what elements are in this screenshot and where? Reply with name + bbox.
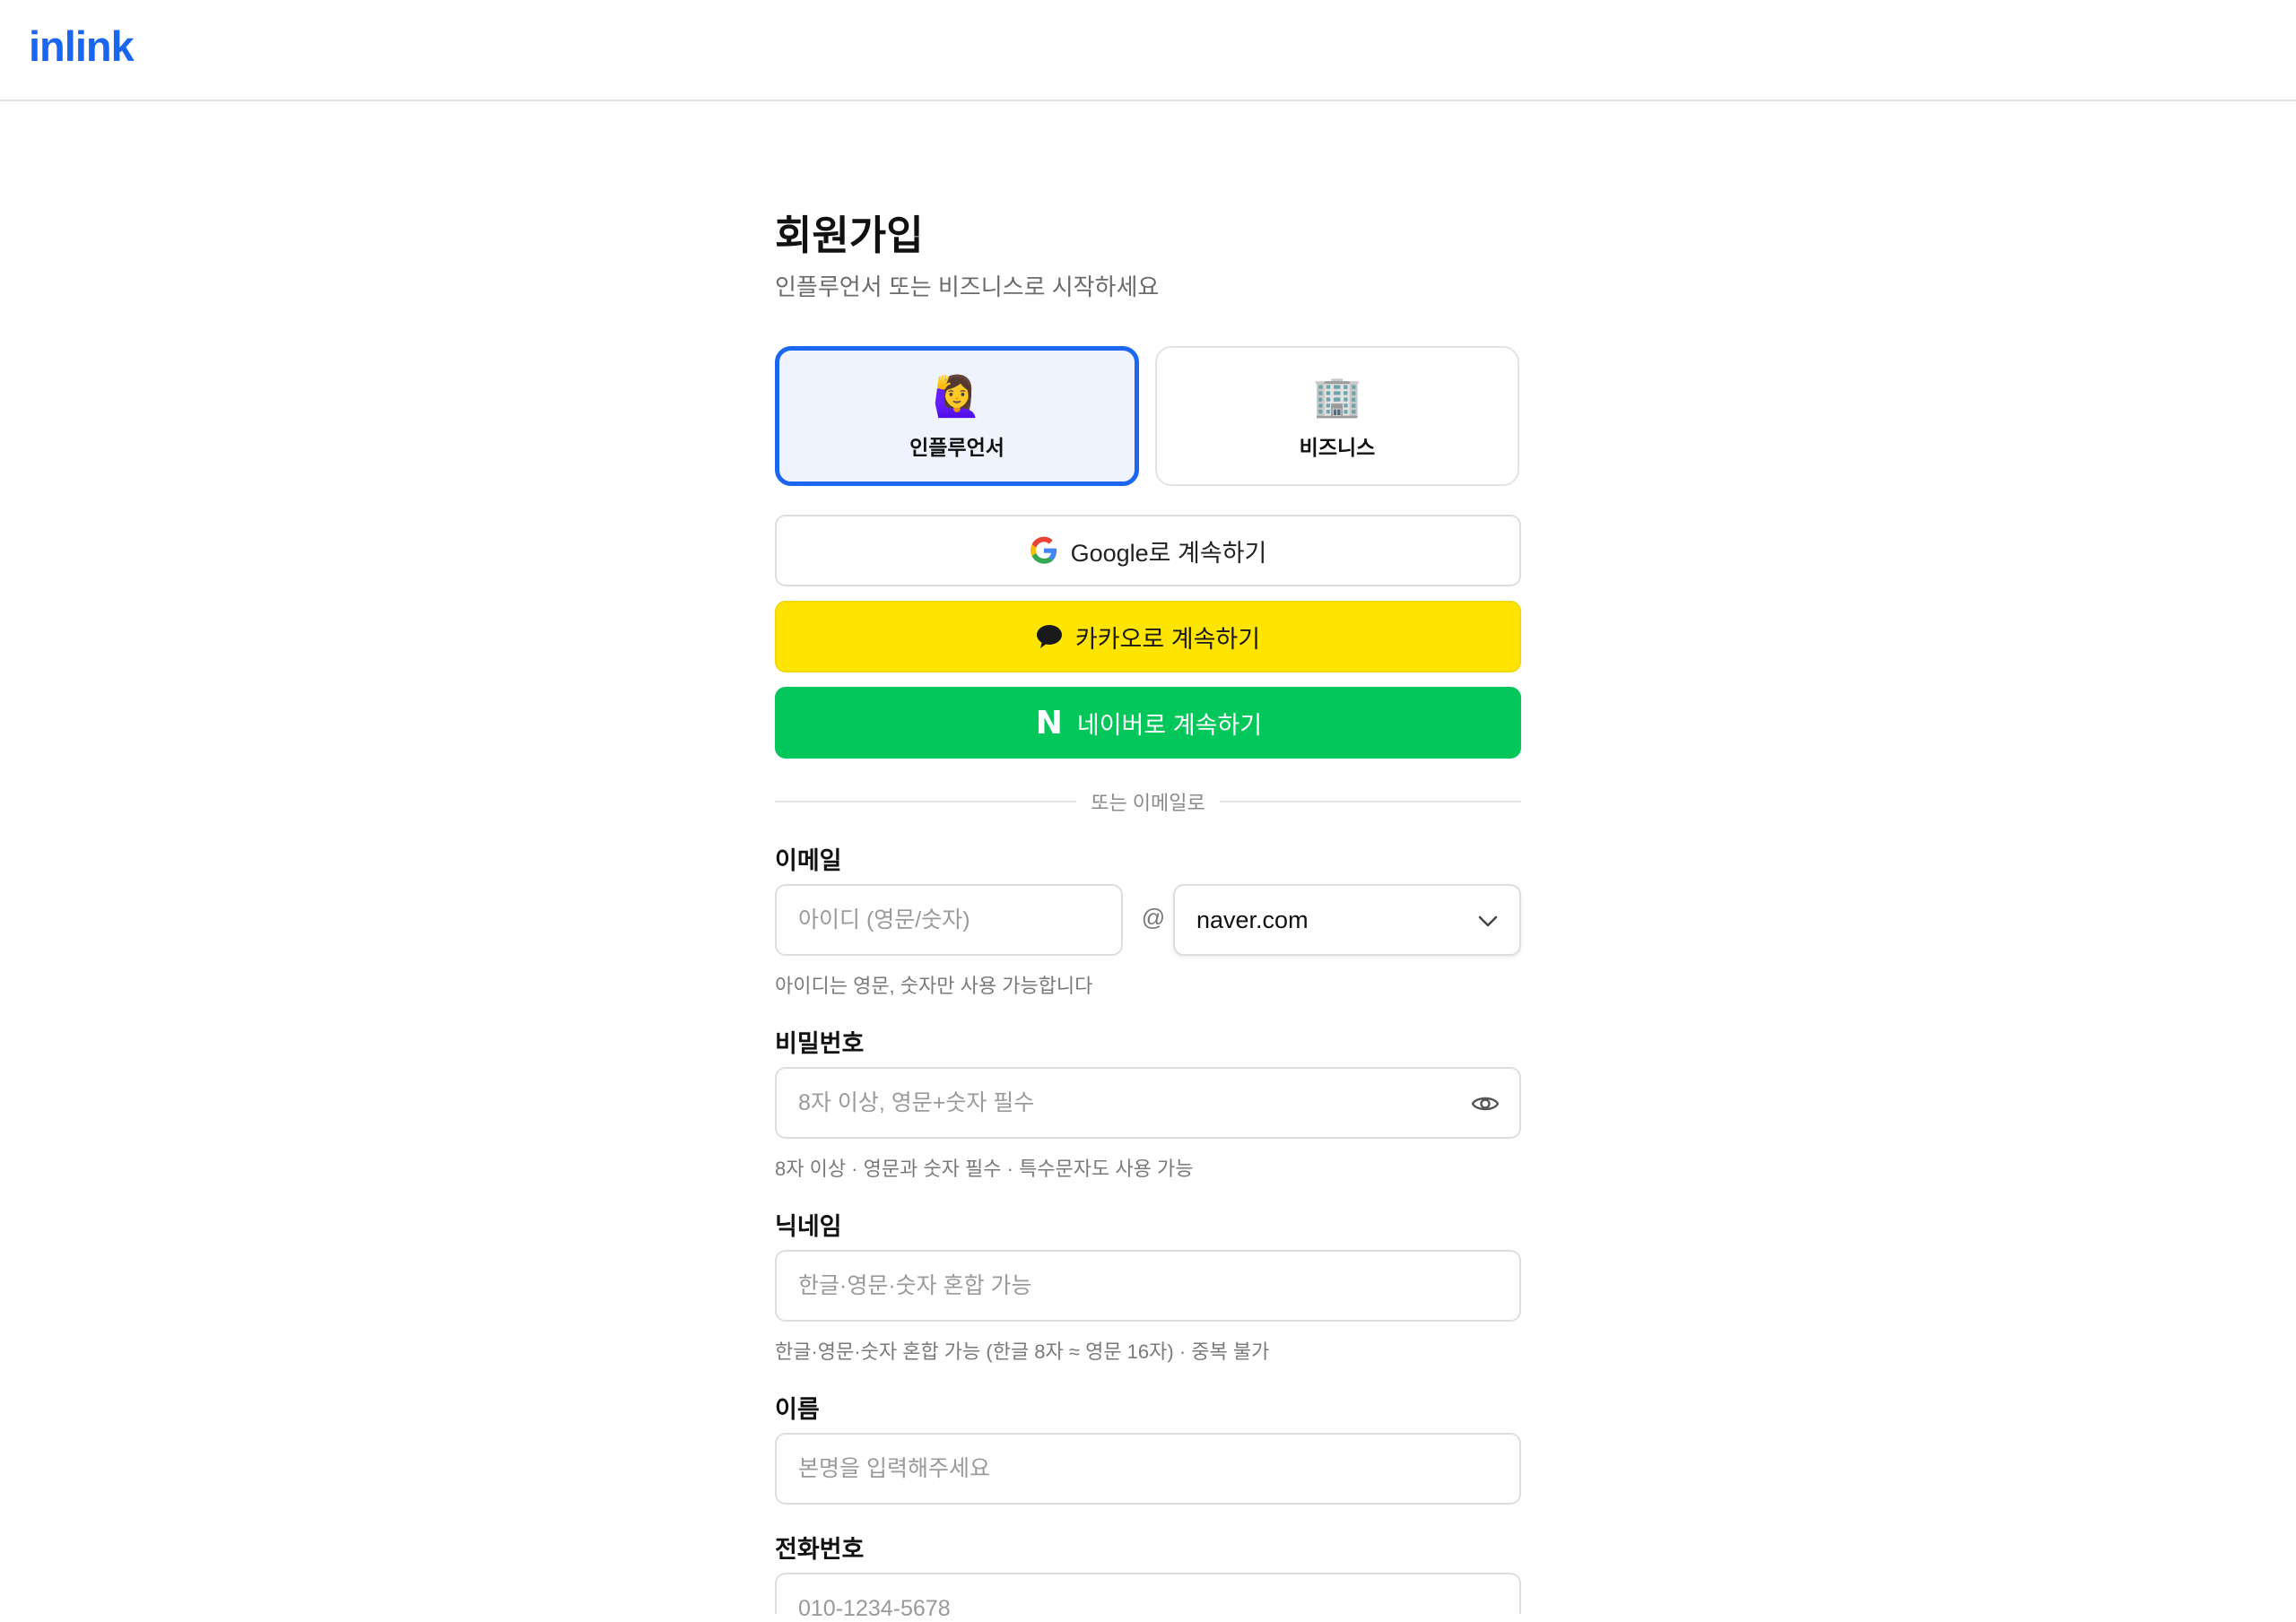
name-field[interactable] bbox=[775, 1433, 1521, 1505]
divider-line-left bbox=[775, 801, 1077, 802]
password-field[interactable] bbox=[775, 1067, 1521, 1139]
email-domain-value: naver.com bbox=[1196, 906, 1309, 933]
name-input[interactable] bbox=[798, 1455, 1498, 1482]
chevron-down-icon bbox=[1478, 906, 1498, 934]
email-helper-text: 아이디는 영문, 숫자만 사용 가능합니다 bbox=[775, 975, 1093, 997]
email-domain-select[interactable]: naver.com bbox=[1173, 884, 1521, 956]
name-label: 이름 bbox=[775, 1396, 820, 1423]
password-helper-text: 8자 이상 · 영문과 숫자 필수 · 특수문자도 사용 가능 bbox=[775, 1158, 1194, 1180]
nickname-label: 닉네임 bbox=[775, 1213, 842, 1240]
phone-label: 전화번호 bbox=[775, 1536, 865, 1563]
naver-login-button[interactable]: N 네이버로 계속하기 bbox=[775, 687, 1521, 759]
page-subtitle: 인플루언서 또는 비즈니스로 시작하세요 bbox=[775, 273, 1160, 300]
page-title: 회원가입 bbox=[775, 213, 924, 258]
office-building-icon: 🏢 bbox=[1312, 375, 1362, 419]
role-card-business[interactable]: 🏢 비즈니스 bbox=[1155, 346, 1519, 486]
at-sign: @ bbox=[1141, 904, 1166, 931]
google-login-label: Google로 계속하기 bbox=[1070, 539, 1267, 567]
email-id-input[interactable] bbox=[798, 906, 1100, 933]
naver-n-icon: N bbox=[1035, 704, 1063, 742]
email-divider: 또는 이메일로 bbox=[775, 785, 1521, 818]
nickname-field[interactable] bbox=[775, 1250, 1521, 1322]
top-header: inlink bbox=[0, 0, 2296, 101]
role-label-influencer: 인플루언서 bbox=[909, 436, 1004, 459]
phone-field[interactable] bbox=[775, 1573, 1521, 1622]
google-login-button[interactable]: Google로 계속하기 bbox=[775, 515, 1521, 586]
email-id-field[interactable] bbox=[775, 884, 1123, 956]
nickname-input[interactable] bbox=[798, 1272, 1498, 1299]
google-icon bbox=[1030, 536, 1058, 565]
phone-input[interactable] bbox=[798, 1596, 1498, 1622]
role-card-influencer[interactable]: 🙋‍♀️ 인플루언서 bbox=[775, 346, 1139, 486]
kakao-login-label: 카카오로 계속하기 bbox=[1074, 625, 1261, 653]
divider-text: 또는 이메일로 bbox=[1091, 792, 1205, 814]
divider-line-right bbox=[1219, 801, 1521, 802]
inlink-logo[interactable]: inlink bbox=[29, 22, 135, 71]
eye-icon[interactable] bbox=[1471, 1092, 1500, 1115]
kakao-login-button[interactable]: 카카오로 계속하기 bbox=[775, 601, 1521, 672]
password-input[interactable] bbox=[798, 1089, 1498, 1116]
nickname-helper-text: 한글·영문·숫자 혼합 가능 (한글 8자 ≈ 영문 16자) · 중복 불가 bbox=[775, 1340, 1270, 1363]
naver-login-label: 네이버로 계속하기 bbox=[1076, 711, 1263, 739]
person-raising-hand-icon: 🙋‍♀️ bbox=[932, 375, 982, 419]
email-label: 이메일 bbox=[775, 847, 842, 874]
role-label-business: 비즈니스 bbox=[1299, 436, 1376, 459]
speech-bubble-icon bbox=[1036, 624, 1063, 649]
password-label: 비밀번호 bbox=[775, 1030, 865, 1057]
